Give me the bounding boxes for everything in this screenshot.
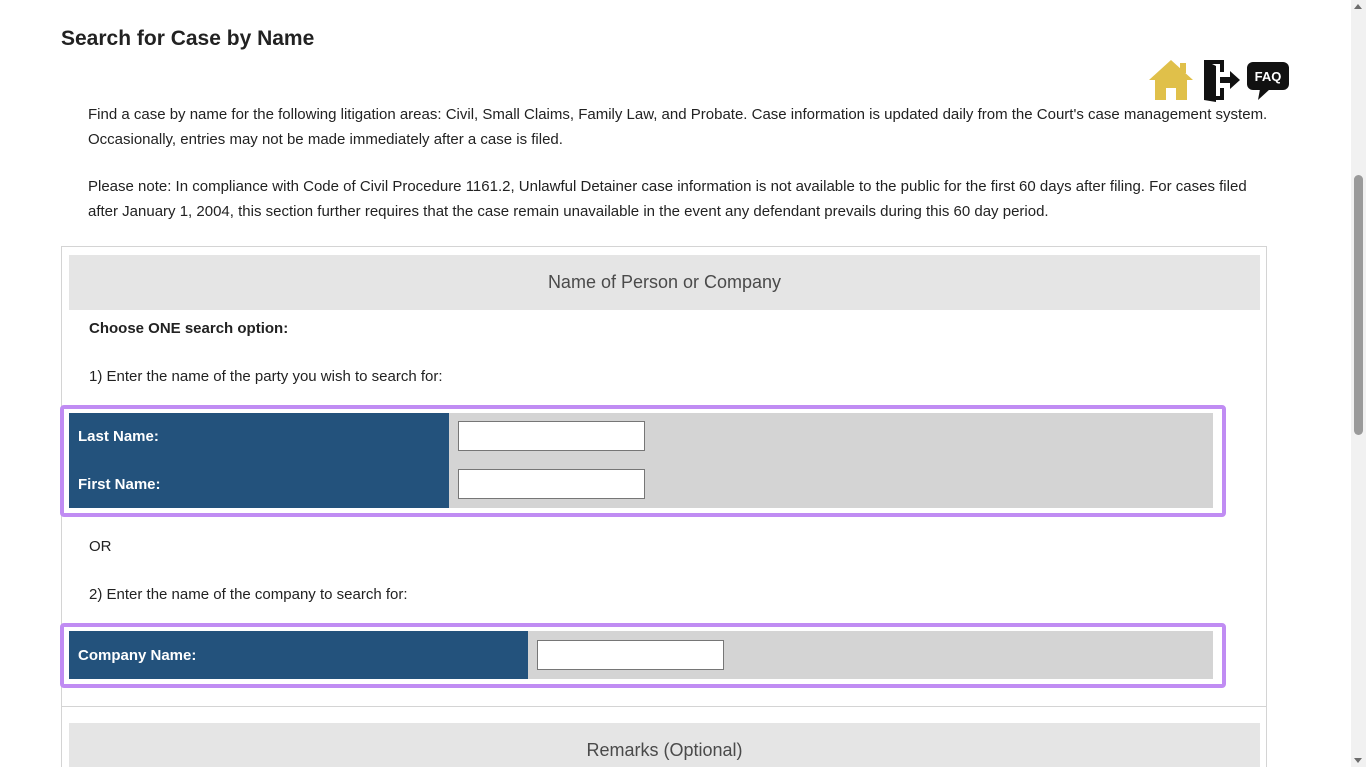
vertical-scrollbar[interactable] bbox=[1351, 0, 1366, 767]
person-name-highlight bbox=[60, 405, 1226, 517]
section-header-remarks: Remarks (Optional) bbox=[69, 723, 1260, 767]
page-title: Search for Case by Name bbox=[61, 27, 315, 50]
intro-paragraph-2: Please note: In compliance with Code of … bbox=[88, 178, 1247, 220]
scroll-down-arrow-icon[interactable] bbox=[1354, 758, 1362, 763]
page: Search for Case by Name FAQ Find a case … bbox=[0, 0, 1366, 767]
company-name-highlight bbox=[60, 623, 1226, 688]
choose-option-label: Choose ONE search option: bbox=[89, 320, 289, 337]
intro-paragraph-1: Find a case by name for the following li… bbox=[88, 106, 1268, 148]
svg-text:FAQ: FAQ bbox=[1255, 69, 1282, 84]
home-icon[interactable] bbox=[1146, 58, 1196, 107]
exit-door-icon[interactable] bbox=[1200, 58, 1242, 107]
option1-label: 1) Enter the name of the party you wish … bbox=[89, 368, 443, 385]
scroll-up-arrow-icon[interactable] bbox=[1354, 4, 1362, 9]
section-header-name: Name of Person or Company bbox=[69, 255, 1260, 310]
faq-icon[interactable]: FAQ bbox=[1246, 58, 1290, 107]
header-icons: FAQ bbox=[1146, 58, 1291, 102]
scrollbar-thumb[interactable] bbox=[1354, 175, 1363, 435]
option2-label: 2) Enter the name of the company to sear… bbox=[89, 586, 408, 603]
section-divider bbox=[62, 706, 1266, 707]
or-label: OR bbox=[89, 538, 112, 555]
